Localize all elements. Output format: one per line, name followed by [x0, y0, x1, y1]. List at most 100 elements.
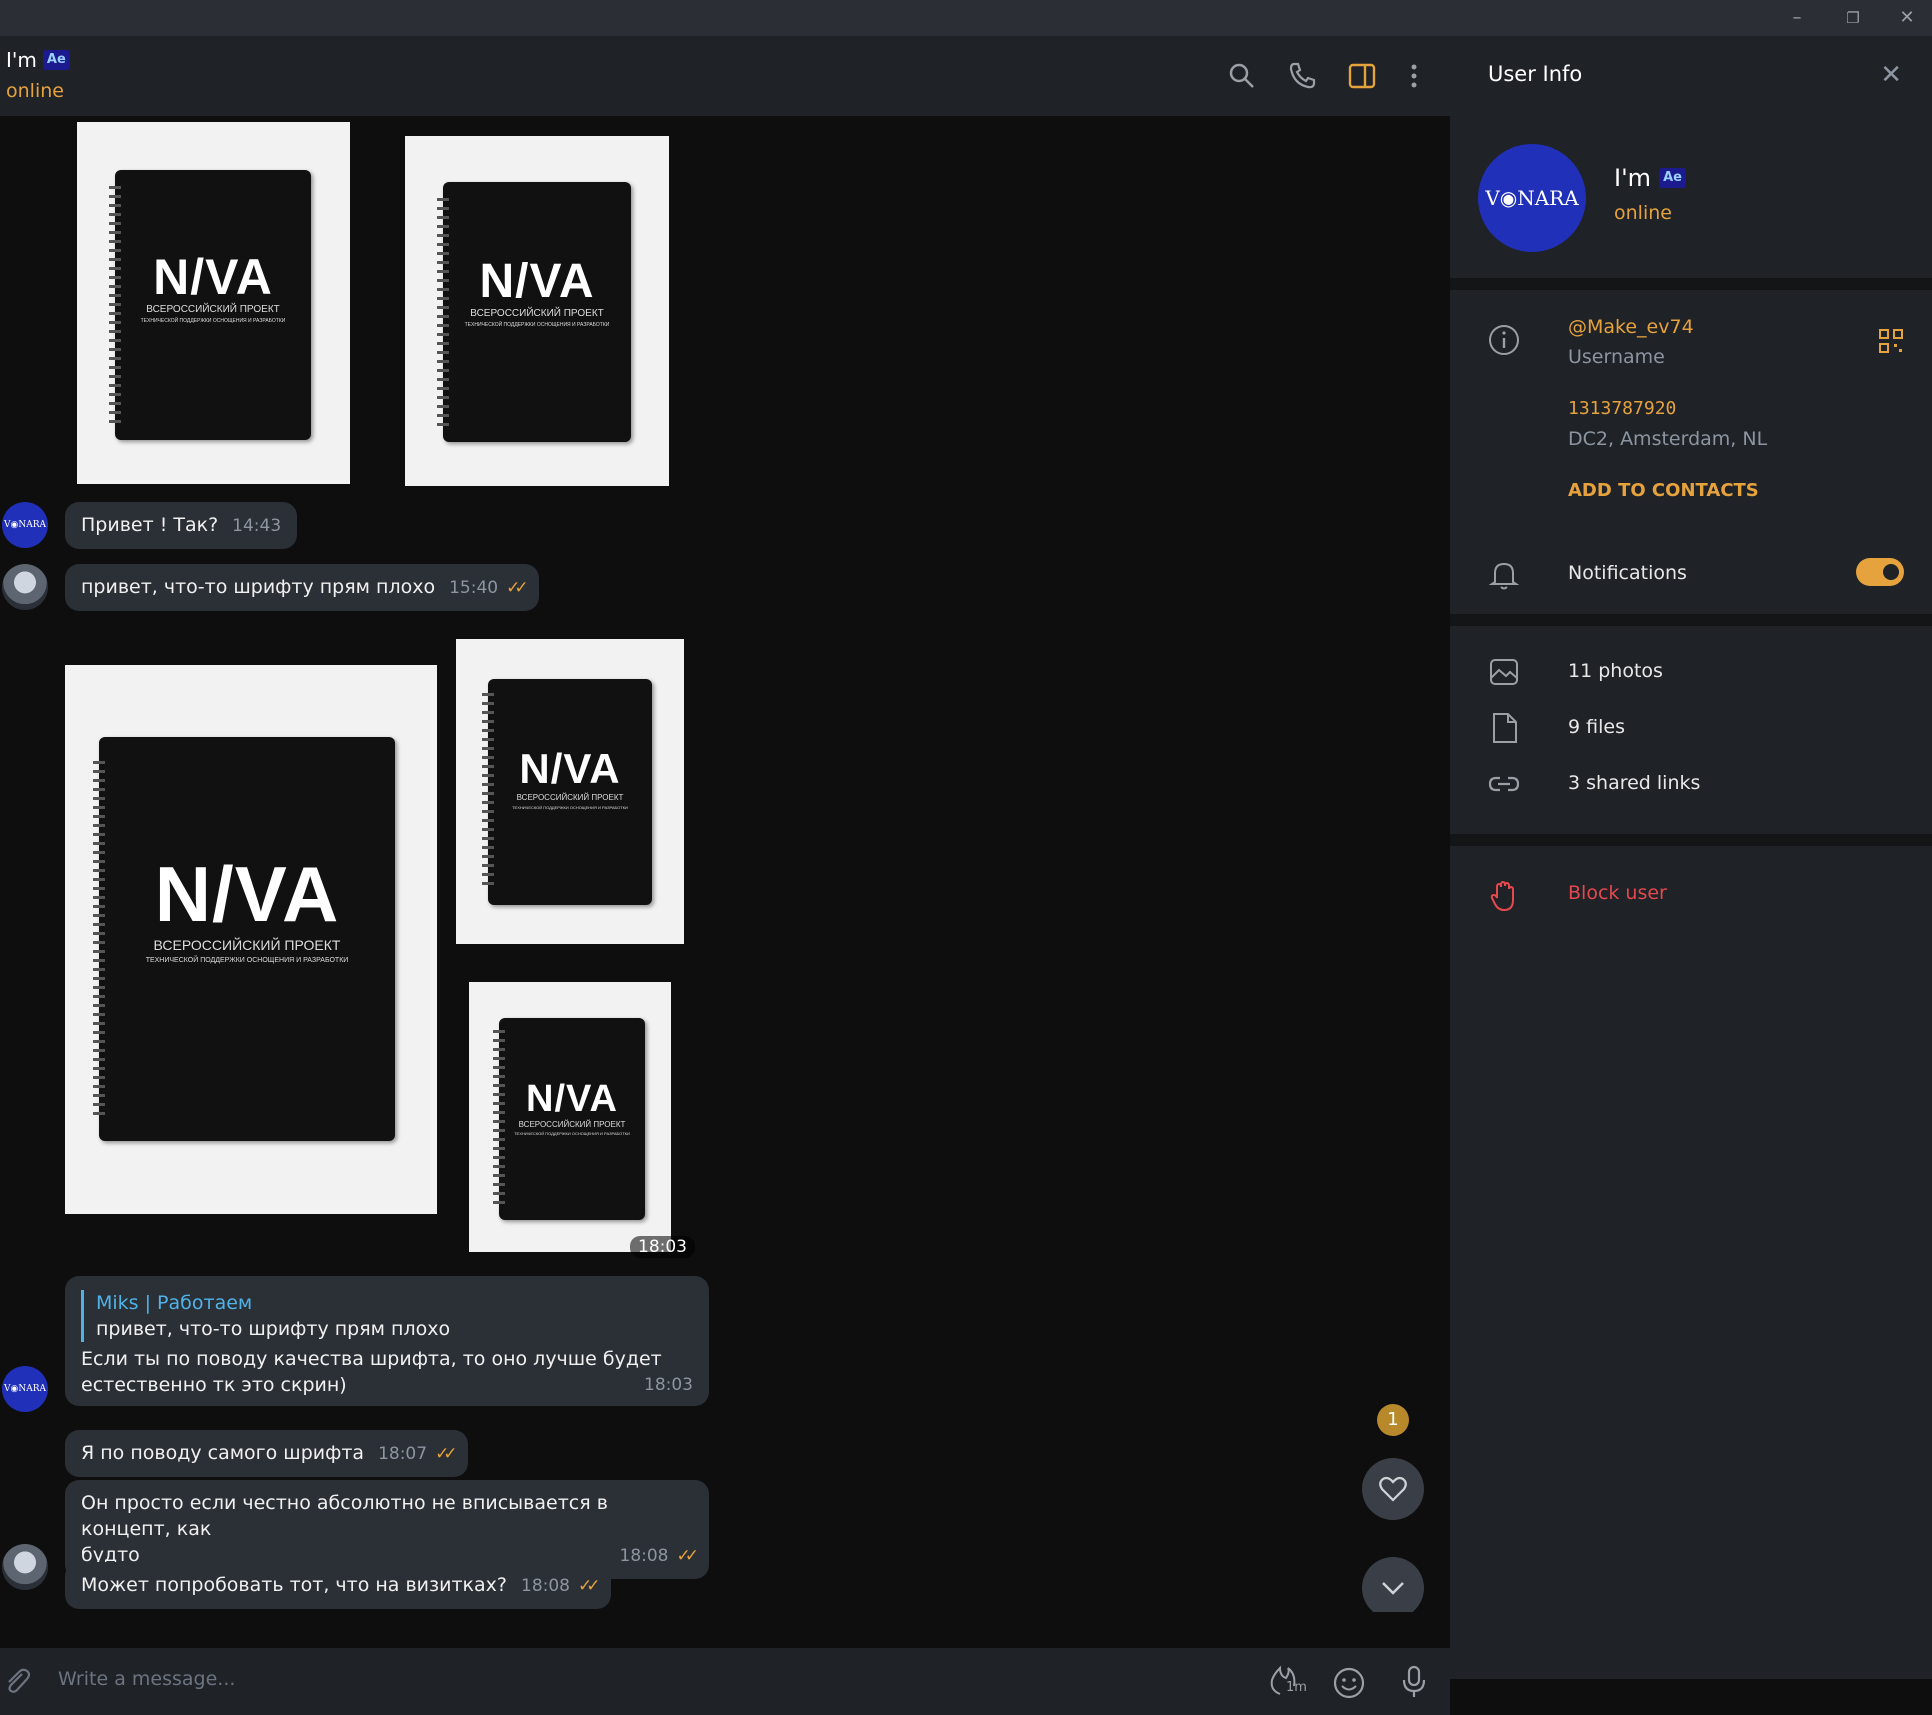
username-value[interactable]: @Make_ev74	[1568, 316, 1694, 338]
shared-files-link[interactable]: 9 files	[1568, 716, 1625, 738]
notebook-brand: N/VA	[154, 850, 340, 938]
notebook-line1: ВСЕРОССИЙСКИЙ ПРОЕКТ	[516, 793, 624, 802]
username-label: Username	[1568, 346, 1665, 368]
photo-notebook[interactable]: N/VA ВСЕРОССИЙСКИЙ ПРОЕКТ ТЕХНИЧЕСКОЙ ПО…	[77, 122, 350, 484]
divider	[1450, 614, 1932, 626]
message-bubble[interactable]: Я по поводу самого шрифта 18:07 ✓✓	[65, 1430, 468, 1477]
notebook-line2: ТЕХНИЧЕСКОЙ ПОДДЕРЖКИ ОСНОЩЕНИЯ И РАЗРАБ…	[464, 322, 610, 328]
notebook-brand: N/VA	[479, 255, 595, 308]
photo-notebook[interactable]: N/VA ВСЕРОССИЙСКИЙ ПРОЕКТ ТЕХНИЧЕСКОЙ ПО…	[405, 136, 669, 486]
emoji-icon[interactable]	[1332, 1666, 1366, 1700]
restore-button[interactable]: ❐	[1840, 6, 1866, 30]
datacenter-location: DC2, Amsterdam, NL	[1568, 428, 1768, 450]
ae-badge: Ae	[42, 50, 70, 70]
profile-name-text: I'm	[1614, 164, 1652, 192]
notebook-brand: N/VA	[526, 1078, 618, 1120]
notifications-toggle[interactable]	[1856, 558, 1904, 586]
qr-code-icon[interactable]	[1878, 328, 1904, 354]
reply-text: привет, что-то шрифту прям плохо	[96, 1318, 451, 1340]
heart-icon	[1379, 1476, 1407, 1502]
avatar[interactable]: V◉NARA	[2, 1366, 48, 1412]
photo-notebook[interactable]: N/VA ВСЕРОССИЙСКИЙ ПРОЕКТ ТЕХНИЧЕСКОЙ ПО…	[65, 665, 437, 1214]
bell-icon	[1488, 562, 1520, 590]
timer-label: 1m	[1286, 1680, 1307, 1695]
read-check-icon: ✓✓	[506, 578, 528, 598]
message-bubble[interactable]: Miks | Работаем привет, что-то шрифту пр…	[65, 1276, 709, 1406]
reactions-button[interactable]	[1362, 1458, 1424, 1520]
divider	[1450, 278, 1932, 290]
message-text: Привет ! Так?	[81, 514, 219, 536]
notebook-line1: ВСЕРОССИЙСКИЙ ПРОЕКТ	[518, 1120, 626, 1129]
chevron-down-icon	[1382, 1582, 1404, 1595]
avatar[interactable]: V◉NARA	[2, 502, 48, 548]
notebook-line2: ТЕХНИЧЕСКОЙ ПОДДЕРЖКИ ОСНОЩЕНИЯ И РАЗРАБ…	[514, 1131, 630, 1136]
read-check-icon: ✓✓	[435, 1444, 457, 1464]
message-time: 18:08	[521, 1576, 570, 1596]
notebook-line2: ТЕХНИЧЕСКОЙ ПОДДЕРЖКИ ОСНОЩЕНИЯ И РАЗРАБ…	[145, 957, 349, 964]
user-info-panel: User Info ✕ V◉NARA I'm Ae online @Make_e…	[1450, 36, 1932, 1679]
more-menu-icon[interactable]	[1398, 60, 1430, 92]
reply-quote[interactable]: Miks | Работаем привет, что-то шрифту пр…	[81, 1290, 693, 1342]
message-time: 18:03	[644, 1375, 693, 1395]
notebook-line1: ВСЕРОССИЙСКИЙ ПРОЕКТ	[470, 308, 604, 319]
message-list[interactable]: N/VA ВСЕРОССИЙСКИЙ ПРОЕКТ ТЕХНИЧЕСКОЙ ПО…	[0, 116, 1450, 1612]
divider	[1450, 834, 1932, 846]
shared-photos-link[interactable]: 11 photos	[1568, 660, 1663, 682]
message-text: Может попробовать тот, что на визитках?	[81, 1574, 507, 1596]
notebook-brand: N/VA	[153, 249, 273, 305]
notebook-line1: ВСЕРОССИЙСКИЙ ПРОЕКТ	[146, 304, 280, 315]
shared-links-link[interactable]: 3 shared links	[1568, 772, 1700, 794]
scroll-down-button[interactable]	[1362, 1557, 1424, 1612]
window-titlebar: – ❐ ✕	[0, 0, 1932, 36]
panel-title: User Info	[1488, 62, 1583, 86]
message-text: естественно тк это скрин)	[81, 1374, 347, 1396]
read-check-icon: ✓✓	[676, 1546, 699, 1566]
chat-title[interactable]: I'm Ae	[6, 48, 70, 72]
notebook-brand: N/VA	[519, 745, 621, 792]
close-window-button[interactable]: ✕	[1894, 6, 1920, 30]
message-bubble[interactable]: Может попробовать тот, что на визитках? 1…	[65, 1562, 611, 1609]
add-to-contacts-button[interactable]: ADD TO CONTACTS	[1568, 480, 1759, 501]
message-bubble[interactable]: привет, что-то шрифту прям плохо 15:40 ✓✓	[65, 564, 539, 611]
message-text: Если ты по поводу качества шрифта, то он…	[81, 1348, 662, 1370]
avatar[interactable]	[2, 564, 48, 610]
chat-name: I'm	[6, 48, 37, 72]
info-icon	[1489, 325, 1519, 355]
link-icon	[1488, 776, 1520, 792]
search-icon[interactable]	[1226, 60, 1258, 92]
message-text: Я по поводу самого шрифта	[81, 1442, 365, 1464]
block-user-button[interactable]: Block user	[1568, 882, 1667, 904]
chat-area: I'm Ae online N/VA ВСЕРОССИЙСКИЙ ПРОЕКТ …	[0, 36, 1450, 1715]
message-time: 14:43	[232, 516, 282, 536]
minimize-button[interactable]: –	[1784, 6, 1810, 30]
notifications-label: Notifications	[1568, 562, 1687, 584]
sidebar-toggle-icon[interactable]	[1346, 60, 1378, 92]
avatar[interactable]	[2, 1544, 48, 1590]
hand-block-icon	[1490, 880, 1514, 912]
phone-icon[interactable]	[1286, 60, 1318, 92]
profile-avatar[interactable]: V◉NARA	[1478, 144, 1586, 252]
user-id[interactable]: 1313787920	[1568, 398, 1676, 419]
message-time: 18:07	[378, 1444, 428, 1464]
notebook-line1: ВСЕРОССИЙСКИЙ ПРОЕКТ	[153, 937, 341, 953]
message-text: привет, что-то шрифту прям плохо	[81, 576, 436, 598]
message-input[interactable]: Write a message...	[58, 1668, 235, 1690]
message-time: 15:40	[449, 578, 499, 598]
attach-icon[interactable]	[2, 1666, 32, 1698]
message-time: 18:08	[619, 1546, 669, 1566]
profile-name: I'm Ae	[1614, 164, 1686, 192]
file-icon	[1493, 713, 1517, 743]
read-check-icon: ✓✓	[578, 1576, 600, 1596]
photos-icon	[1490, 659, 1518, 685]
ae-badge: Ae	[1659, 168, 1686, 188]
close-panel-button[interactable]: ✕	[1880, 60, 1902, 90]
profile-status: online	[1614, 202, 1672, 224]
chat-header: I'm Ae online	[0, 36, 1450, 116]
photo-notebook[interactable]: N/VA ВСЕРОССИЙСКИЙ ПРОЕКТ ТЕХНИЧЕСКОЙ ПО…	[469, 982, 671, 1252]
microphone-icon[interactable]	[1398, 1664, 1430, 1700]
notebook-line2: ТЕХНИЧЕСКОЙ ПОДДЕРЖКИ ОСНОЩЕНИЯ И РАЗРАБ…	[140, 318, 286, 324]
message-input-bar: Write a message... 1m	[0, 1648, 1450, 1715]
message-bubble[interactable]: Привет ! Так? 14:43	[65, 502, 298, 549]
album-time: 18:03	[630, 1236, 695, 1258]
photo-notebook[interactable]: N/VA ВСЕРОССИЙСКИЙ ПРОЕКТ ТЕХНИЧЕСКОЙ ПО…	[456, 639, 684, 944]
